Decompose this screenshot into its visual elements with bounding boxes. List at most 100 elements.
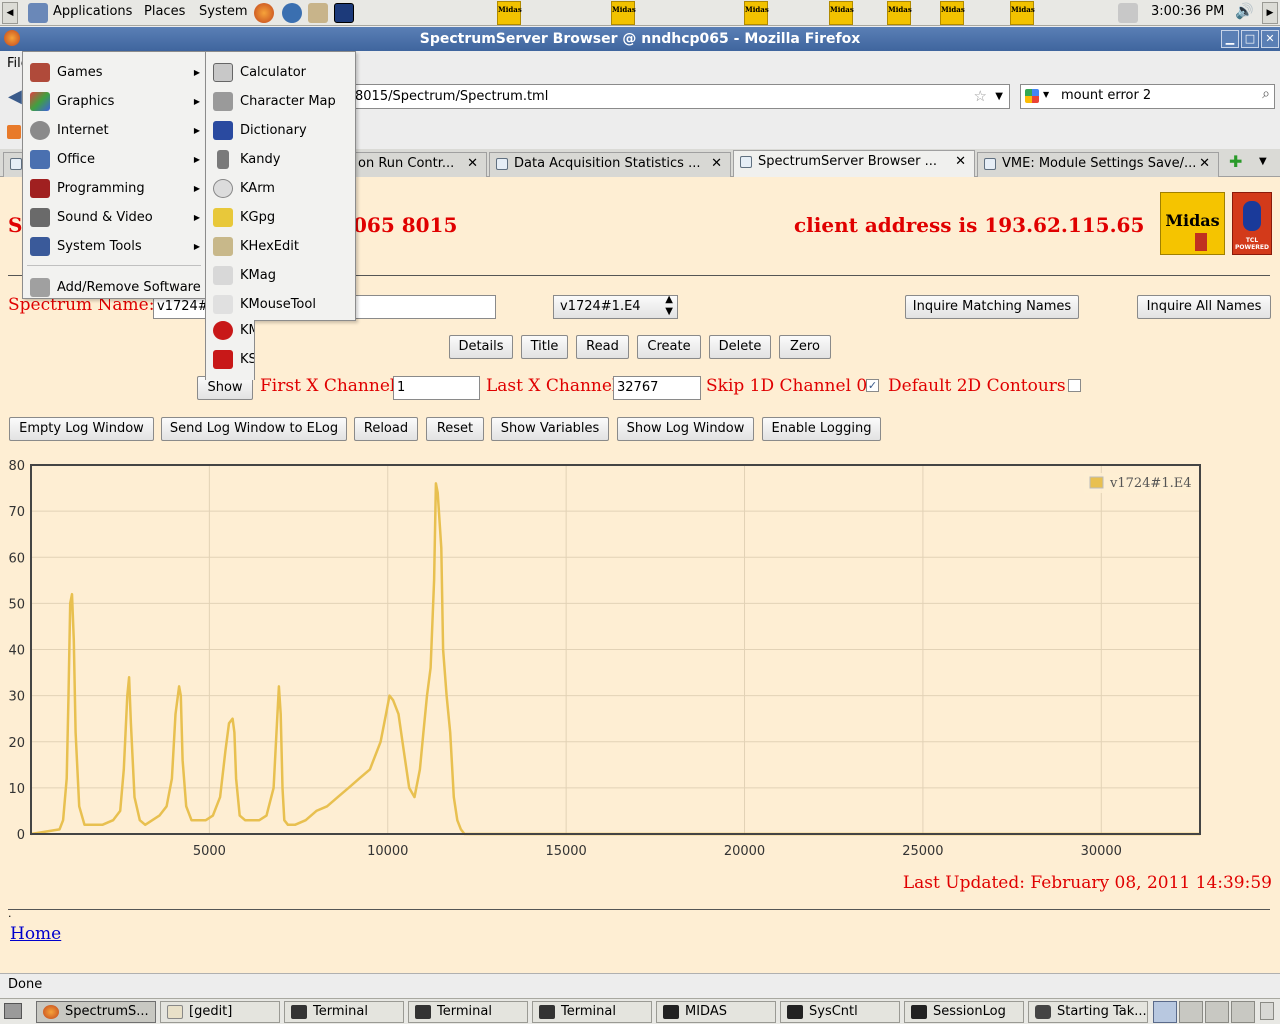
- menu-item-kmag[interactable]: KMag: [206, 261, 355, 290]
- search-input[interactable]: mount error 2: [1061, 88, 1151, 103]
- send-log-elog-button[interactable]: Send Log Window to ELog: [161, 417, 347, 441]
- menu-item-programming[interactable]: Programming ▶: [23, 174, 205, 203]
- empty-log-button[interactable]: Empty Log Window: [9, 417, 154, 441]
- menu-item-kandy[interactable]: Kandy: [206, 145, 355, 174]
- zero-button[interactable]: Zero: [779, 335, 831, 359]
- menu-item-games[interactable]: Games ▶: [23, 58, 205, 87]
- show-variables-button[interactable]: Show Variables: [491, 417, 609, 441]
- menu-item-ks-partial[interactable]: KS: [206, 345, 254, 374]
- menu-item-internet[interactable]: Internet ▶: [23, 116, 205, 145]
- menu-item-add-remove[interactable]: Add/Remove Software: [23, 273, 205, 302]
- task-syscntl[interactable]: SysCntl: [780, 1001, 900, 1023]
- task-terminal[interactable]: Terminal: [532, 1001, 652, 1023]
- spectrum-select[interactable]: v1724#1.E4 ▲ ▼: [553, 294, 678, 319]
- show-desktop-icon[interactable]: [4, 1003, 22, 1019]
- menu-item-dictionary[interactable]: Dictionary: [206, 116, 355, 145]
- midas-launcher-icon[interactable]: Midas: [1010, 1, 1035, 25]
- terminal-launcher-icon[interactable]: [334, 3, 354, 23]
- minimize-button[interactable]: ▁: [1221, 30, 1239, 48]
- title-button[interactable]: Title: [521, 335, 568, 359]
- menu-places[interactable]: Places: [144, 4, 185, 19]
- menu-item-system-tools[interactable]: System Tools ▶: [23, 232, 205, 261]
- close-tab-icon[interactable]: ✕: [711, 153, 722, 175]
- workspace-4[interactable]: [1231, 1001, 1255, 1023]
- menu-item-km-partial[interactable]: KM: [206, 316, 254, 345]
- last-x-input[interactable]: 32767: [613, 376, 701, 400]
- trash-icon[interactable]: [1260, 1002, 1274, 1020]
- new-tab-icon[interactable]: ✚: [1229, 152, 1242, 171]
- url-field[interactable]: 8015/Spectrum/Spectrum.tml ☆ ▼: [340, 84, 1010, 109]
- midas-launcher-icon[interactable]: Midas: [940, 1, 965, 25]
- task-gedit[interactable]: [gedit]: [160, 1001, 280, 1023]
- maximize-button[interactable]: □: [1241, 30, 1259, 48]
- tab-spectrum-server[interactable]: SpectrumServer Browser ... ✕: [733, 150, 975, 178]
- menu-item-office[interactable]: Office ▶: [23, 145, 205, 174]
- url-history-dropdown-icon[interactable]: ▼: [995, 85, 1003, 108]
- first-x-input[interactable]: 1: [393, 376, 480, 400]
- menu-system[interactable]: System: [199, 4, 247, 19]
- default-2d-checkbox[interactable]: [1068, 379, 1081, 392]
- midas-launcher-icon[interactable]: Midas: [887, 1, 912, 25]
- home-link[interactable]: Home: [10, 924, 61, 944]
- firefox-launcher-icon[interactable]: [254, 3, 274, 23]
- volume-icon[interactable]: 🔊: [1235, 2, 1254, 20]
- tab-vme-settings[interactable]: VME: Module Settings Save/... ✕: [977, 152, 1219, 177]
- search-engine-icon[interactable]: [1025, 89, 1039, 103]
- bookmark-star-icon[interactable]: ☆: [974, 85, 987, 108]
- workspace-2[interactable]: [1179, 1001, 1203, 1023]
- close-tab-icon[interactable]: ✕: [467, 153, 478, 175]
- menu-item-sound-video[interactable]: Sound & Video ▶: [23, 203, 205, 232]
- task-terminal[interactable]: Terminal: [284, 1001, 404, 1023]
- tab-run-control[interactable]: on Run Contr... ✕: [345, 152, 487, 177]
- panel-clock[interactable]: 3:00:36 PM: [1151, 4, 1224, 19]
- task-midas[interactable]: MIDAS: [656, 1001, 776, 1023]
- midas-launcher-icon[interactable]: Midas: [829, 1, 854, 25]
- enable-logging-button[interactable]: Enable Logging: [762, 417, 881, 441]
- reset-button[interactable]: Reset: [426, 417, 484, 441]
- inquire-all-button[interactable]: Inquire All Names: [1137, 295, 1271, 319]
- midas-launcher-icon[interactable]: Midas: [497, 1, 522, 25]
- workspace-1[interactable]: [1153, 1001, 1177, 1023]
- skip-channel-checkbox[interactable]: ✓: [866, 379, 879, 392]
- tab-data-acquisition[interactable]: Data Acquisition Statistics ... ✕: [489, 152, 731, 177]
- menu-item-karm[interactable]: KArm: [206, 174, 355, 203]
- close-window-button[interactable]: ✕: [1261, 30, 1279, 48]
- task-screenshot[interactable]: Starting Tak...: [1028, 1001, 1148, 1023]
- reload-button[interactable]: Reload: [354, 417, 418, 441]
- midas-launcher-icon[interactable]: Midas: [744, 1, 769, 25]
- inquire-matching-button[interactable]: Inquire Matching Names: [905, 295, 1079, 319]
- menu-item-kmousetool[interactable]: KMouseTool: [206, 290, 355, 319]
- back-arrow-icon[interactable]: ◀: [8, 86, 22, 107]
- printer-icon[interactable]: [1118, 3, 1138, 23]
- workspace-3[interactable]: [1205, 1001, 1229, 1023]
- spinner-arrows-icon: ▲ ▼: [665, 294, 673, 317]
- task-firefox[interactable]: SpectrumS...: [36, 1001, 156, 1023]
- panel-scroll-right-button[interactable]: ▶: [1262, 2, 1278, 24]
- menu-item-character-map[interactable]: Character Map: [206, 87, 355, 116]
- task-terminal[interactable]: Terminal: [408, 1001, 528, 1023]
- bookmark-icon[interactable]: [7, 125, 21, 139]
- menu-item-graphics[interactable]: Graphics ▶: [23, 87, 205, 116]
- tab-partial[interactable]: [3, 152, 23, 177]
- notes-launcher-icon[interactable]: [308, 3, 328, 23]
- delete-button[interactable]: Delete: [709, 335, 771, 359]
- search-magnifier-icon[interactable]: ⌕: [1262, 86, 1270, 102]
- create-button[interactable]: Create: [637, 335, 701, 359]
- show-log-window-button[interactable]: Show Log Window: [617, 417, 754, 441]
- details-button[interactable]: Details: [449, 335, 513, 359]
- menu-applications[interactable]: Applications: [53, 4, 132, 19]
- menu-item-calculator[interactable]: Calculator: [206, 58, 355, 87]
- mail-launcher-icon[interactable]: [282, 3, 302, 23]
- menu-item-kgpg[interactable]: KGpg: [206, 203, 355, 232]
- search-field[interactable]: ▼ mount error 2 ⌕: [1020, 84, 1275, 109]
- read-button[interactable]: Read: [576, 335, 629, 359]
- task-sessionlog[interactable]: SessionLog: [904, 1001, 1024, 1023]
- close-tab-icon[interactable]: ✕: [955, 151, 966, 173]
- panel-scroll-left-button[interactable]: ◀: [2, 2, 18, 24]
- midas-launcher-icon[interactable]: Midas: [611, 1, 636, 25]
- close-tab-icon[interactable]: ✕: [1199, 153, 1210, 175]
- firefox-window-icon[interactable]: [4, 30, 20, 46]
- tab-list-dropdown-icon[interactable]: ▼: [1259, 156, 1267, 167]
- menu-item-khexedit[interactable]: KHexEdit: [206, 232, 355, 261]
- search-engine-dropdown-icon[interactable]: ▼: [1043, 90, 1049, 99]
